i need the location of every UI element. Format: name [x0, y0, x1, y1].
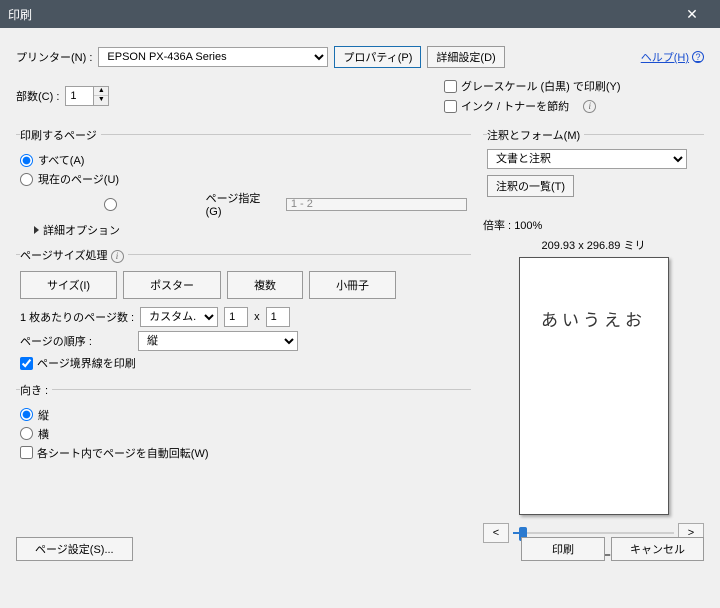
orient-landscape-radio[interactable]: 横 [20, 426, 467, 442]
print-border-checkbox[interactable]: ページ境界線を印刷 [20, 355, 136, 371]
orientation-title: 向き : [20, 382, 52, 398]
print-button[interactable]: 印刷 [521, 537, 605, 561]
ppsheet-cols-input[interactable] [224, 307, 248, 327]
annotations-title: 注釈とフォーム(M) [487, 127, 584, 143]
autorotate-checkbox[interactable]: 各シート内でページを自動回転(W) [20, 445, 209, 461]
copies-input[interactable] [65, 86, 93, 106]
detail-options-toggle[interactable]: 詳細オプション [34, 222, 467, 238]
triangle-right-icon [34, 226, 39, 234]
orientation-group: 向き : 縦 横 各シート内でページを自動回転(W) [16, 389, 471, 473]
cancel-button[interactable]: キャンセル [611, 537, 704, 561]
slider-track [513, 532, 674, 534]
help-icon: ? [692, 51, 704, 63]
pages-per-sheet-select[interactable]: カスタム... [140, 307, 218, 327]
preview-area: 倍率 : 100% 209.93 x 296.89 ミリ あいうえお < > 1… [483, 217, 704, 563]
scale-value: 100% [514, 220, 542, 232]
page-size-title: ページサイズ処理 i [20, 247, 128, 263]
range-current-radio[interactable]: 現在のページ(U) [20, 171, 467, 187]
size-button[interactable]: サイズ(I) [20, 271, 117, 299]
close-icon[interactable]: ✕ [672, 0, 712, 28]
page-order-label: ページの順序 : [20, 333, 132, 349]
window-title: 印刷 [8, 6, 32, 23]
titlebar: 印刷 ✕ [0, 0, 720, 28]
page-preview: あいうえお [519, 257, 669, 515]
printer-label: プリンター(N) : [16, 49, 92, 65]
spin-down-icon[interactable]: ▼ [94, 96, 108, 105]
page-order-select[interactable]: 縦 [138, 331, 298, 351]
savetoner-checkbox[interactable]: インク / トナーを節約 i [444, 98, 704, 114]
range-all-radio[interactable]: すべて(A) [20, 152, 467, 168]
range-pages-radio[interactable]: ページ指定(G) [20, 190, 467, 218]
multiple-button[interactable]: 複数 [227, 271, 303, 299]
ppsheet-rows-input[interactable] [266, 307, 290, 327]
info-icon[interactable]: i [111, 250, 124, 263]
annotations-list-button[interactable]: 注釈の一覧(T) [487, 175, 574, 197]
printer-select[interactable]: EPSON PX-436A Series [98, 47, 328, 67]
help-link[interactable]: ヘルプ(H)? [641, 49, 704, 65]
poster-button[interactable]: ポスター [123, 271, 221, 299]
booklet-button[interactable]: 小冊子 [309, 271, 396, 299]
grayscale-checkbox[interactable]: グレースケール (白黒) で印刷(Y) [444, 78, 704, 94]
orient-portrait-radio[interactable]: 縦 [20, 407, 467, 423]
copies-label: 部数(C) : [16, 88, 59, 104]
page-setup-button[interactable]: ページ設定(S)... [16, 537, 133, 561]
scale-label: 倍率 : [483, 220, 511, 232]
pages-per-sheet-label: 1 枚あたりのページ数 : [20, 309, 134, 325]
copies-spinner[interactable]: ▲▼ [65, 86, 109, 106]
annotations-select[interactable]: 文書と注釈 [487, 149, 687, 169]
info-icon[interactable]: i [583, 100, 596, 113]
preview-sample-text: あいうえお [520, 306, 668, 331]
page-range-group: 印刷するページ すべて(A) 現在のページ(U) ページ指定(G) 詳細オプショ… [16, 134, 471, 248]
page-dimensions: 209.93 x 296.89 ミリ [483, 237, 704, 253]
page-range-input[interactable] [286, 198, 467, 211]
properties-button[interactable]: プロパティ(P) [334, 46, 421, 68]
advanced-button[interactable]: 詳細設定(D) [427, 46, 504, 68]
page-range-title: 印刷するページ [20, 127, 101, 143]
page-size-group: ページサイズ処理 i サイズ(I) ポスター 複数 小冊子 1 枚あたりのページ… [16, 254, 471, 383]
spin-up-icon[interactable]: ▲ [94, 87, 108, 96]
annotations-group: 注釈とフォーム(M) 文書と注釈 注釈の一覧(T) [483, 134, 704, 207]
